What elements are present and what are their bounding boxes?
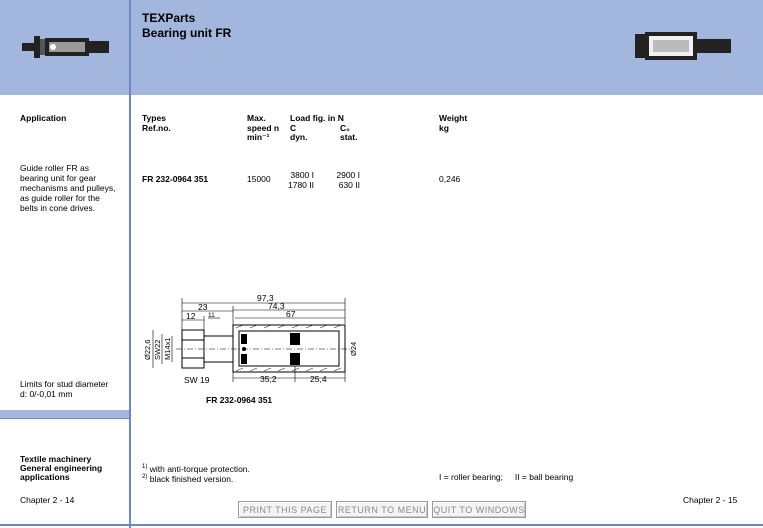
application-label: Application [20, 113, 67, 123]
dim-74-3: 74,3 [268, 301, 285, 311]
header-speed: Max. speed n min⁻¹ [247, 113, 279, 143]
limits-line: d: 0/-0,01 mm [20, 389, 73, 399]
th-line: kg [439, 122, 449, 133]
row-c-dyn: 3800 I 1780 II [286, 170, 314, 190]
description-line: bearing unit for gear [20, 173, 97, 183]
dim-25-4: 25,4 [310, 374, 327, 384]
chapter-left: Chapter 2 - 14 [20, 495, 75, 505]
footnote-mark: 1) [142, 464, 148, 470]
row-weight: 0,246 [439, 174, 461, 184]
limits-line: Limits for stud diameter [20, 379, 109, 389]
sector-labels: Textile machinery General engineering ap… [20, 455, 102, 482]
dim-12: 12 [186, 311, 196, 321]
description-line: Guide roller FR as [20, 163, 89, 173]
row-speed: 15000 [247, 174, 271, 184]
dim-dia-24: Ø24 [349, 342, 358, 356]
row-ref: FR 232-0964 351 [142, 174, 209, 184]
th-line: min⁻¹ [247, 132, 270, 142]
print-page-button[interactable]: PRINT THIS PAGE [238, 501, 332, 518]
column-divider [129, 0, 131, 528]
dim-67: 67 [286, 309, 296, 319]
header-types: Types Ref.no. [142, 113, 171, 133]
quit-to-windows-button[interactable]: QUIT TO WINDOWS [432, 501, 526, 518]
dim-35-2: 35,2 [260, 374, 277, 384]
description-line: mechanisms and pulleys, [20, 183, 116, 193]
th-line: Ref.no. [142, 122, 171, 133]
header-weight: Weight kg [439, 113, 467, 133]
left-panel-band [0, 410, 129, 418]
bottom-rule [0, 524, 763, 526]
footnote-mark: 2) [142, 474, 148, 480]
description-line: belts in cone drives. [20, 203, 96, 213]
c-dyn-value: 1780 II [288, 180, 314, 190]
application-description: Guide roller FR as bearing unit for gear… [20, 163, 125, 213]
return-to-menu-button[interactable]: RETURN TO MENU [336, 501, 428, 518]
header-load-title: Load fig. in N [290, 113, 344, 123]
c0-stat-value: 630 II [338, 180, 360, 190]
c-dyn-value: 3800 I [290, 170, 314, 180]
header-subtitle: Bearing unit FR [142, 26, 232, 40]
footnote-text: black finished version. [149, 473, 234, 484]
technical-drawing: 97,3 74,3 67 23 12 11 Ø22,6 SW22 M14x1 Ø… [143, 293, 358, 385]
c0-stat-value: 2900 I [336, 170, 360, 180]
row-c0-stat: 2900 I 630 II [330, 170, 360, 190]
th-line: stat. [340, 132, 358, 142]
dim-dia-22-6: Ø22,6 [143, 340, 152, 360]
drawing-caption: FR 232-0964 351 [206, 395, 273, 405]
footnote-2: 2) black finished version. [142, 472, 233, 484]
dim-sw22: SW22 [153, 340, 162, 360]
left-panel-rule [0, 418, 129, 419]
header-load-c0: C₀ stat. [340, 123, 358, 143]
stud-limits: Limits for stud diameter d: 0/-0,01 mm [20, 379, 130, 399]
th-line: dyn. [290, 132, 308, 142]
bearing-section-icon [635, 32, 731, 60]
chapter-right: Chapter 2 - 15 [683, 495, 738, 505]
sector-line: applications [20, 472, 70, 482]
header-load-c: C dyn. [290, 123, 308, 143]
bearing-legend: I = roller bearing; II = ball bearing [439, 472, 574, 482]
dim-11: 11 [208, 312, 215, 319]
description-line: as guide roller for the [20, 193, 100, 203]
header-title: TEXParts [142, 11, 196, 25]
dim-m14: M14x1 [163, 337, 172, 360]
dim-23: 23 [198, 302, 208, 312]
bearing-unit-icon [22, 36, 109, 58]
dim-sw19: SW 19 [184, 375, 210, 385]
